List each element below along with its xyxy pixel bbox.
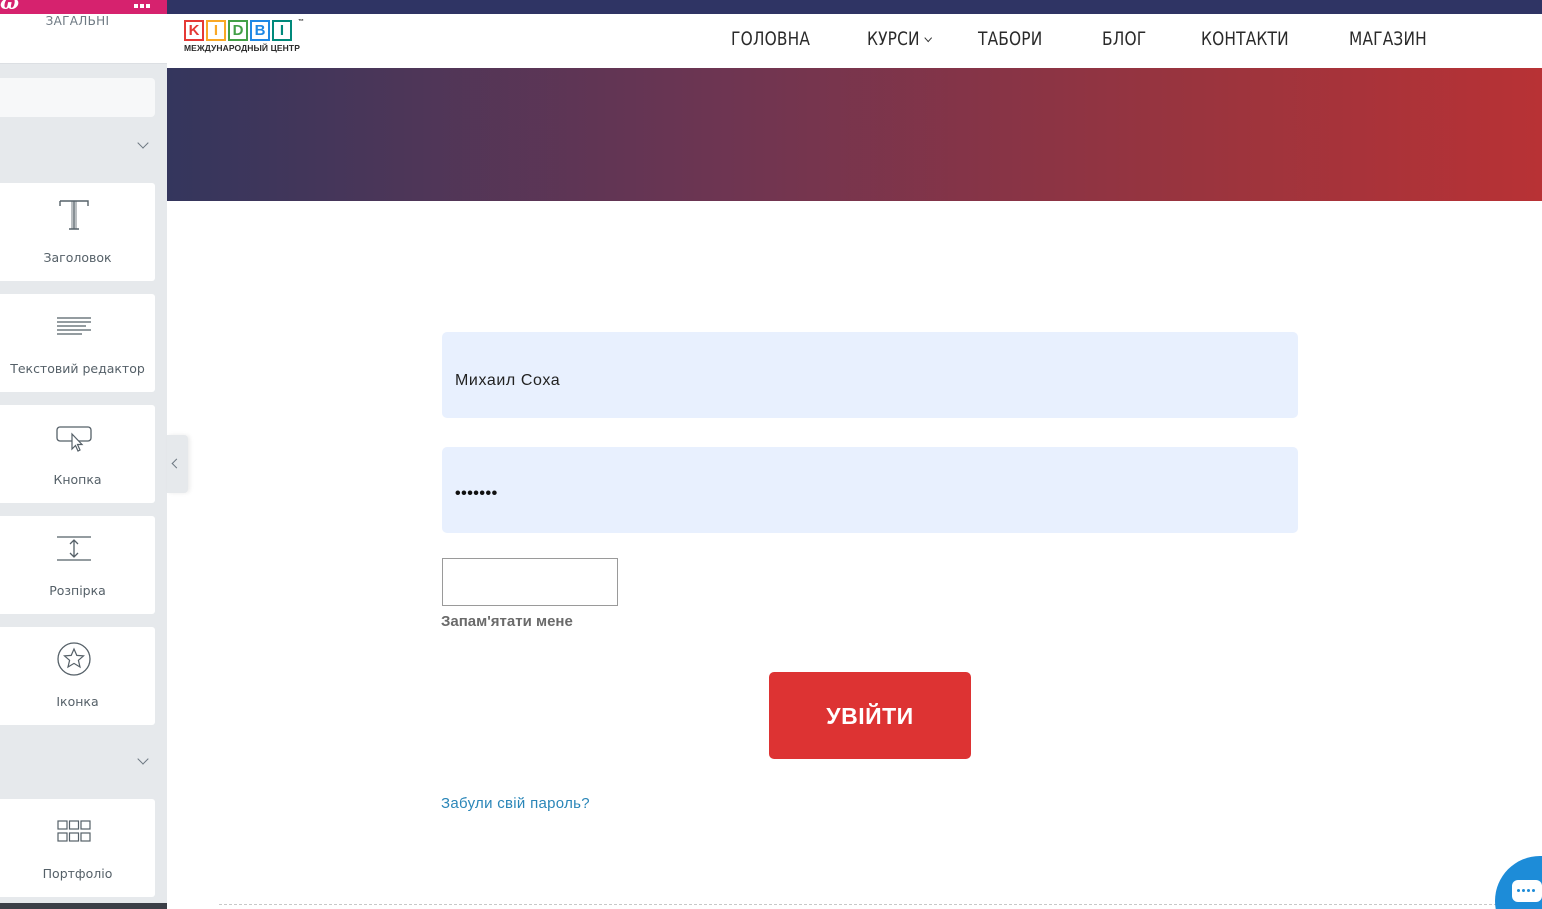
remember-me-checkbox[interactable] bbox=[442, 558, 618, 606]
logo-letter: D bbox=[228, 20, 248, 41]
chevron-left-icon bbox=[171, 458, 182, 469]
widget-label: Заголовок bbox=[43, 250, 112, 265]
username-value: Михаил Соха bbox=[455, 372, 561, 389]
nav-blog[interactable]: БЛОГ bbox=[1102, 28, 1146, 50]
collapse-sidebar-button[interactable] bbox=[167, 435, 188, 493]
widget-spacer[interactable]: Розпірка bbox=[0, 516, 155, 614]
heading-icon bbox=[59, 200, 89, 230]
widget-label: Іконка bbox=[56, 694, 99, 709]
page-banner bbox=[167, 68, 1542, 201]
widget-label: Кнопка bbox=[53, 472, 102, 487]
logo-trademark: ™ bbox=[298, 19, 304, 25]
category-toggle[interactable] bbox=[0, 747, 155, 777]
logo-letter: I bbox=[206, 20, 226, 41]
logo-subtitle: МЕЖДУНАРОДНЫЙ ЦЕНТР bbox=[184, 43, 300, 53]
nav-contacts[interactable]: КОНТАКТИ bbox=[1201, 28, 1289, 50]
editor-logo: ω bbox=[0, 0, 20, 14]
chevron-down-icon bbox=[924, 33, 932, 43]
page-root: ω ЗАГАЛЬНІ Заголовок Текстовий редактор … bbox=[0, 0, 1542, 909]
star-icon bbox=[57, 642, 91, 676]
nav-camps[interactable]: ТАБОРИ bbox=[978, 28, 1042, 50]
text-editor-icon bbox=[57, 317, 91, 335]
widget-portfolio[interactable]: Портфоліо bbox=[0, 799, 155, 897]
logo-letters: K I D B I bbox=[184, 20, 314, 41]
chat-widget-button[interactable] bbox=[1495, 856, 1542, 909]
nav-home[interactable]: ГОЛОВНА bbox=[731, 28, 810, 50]
category-toggle[interactable] bbox=[0, 131, 155, 161]
chevron-down-icon bbox=[137, 137, 149, 149]
portfolio-grid-icon bbox=[57, 820, 91, 842]
nav-courses-label: КУРСИ bbox=[867, 28, 920, 50]
site-topbar bbox=[167, 0, 1542, 14]
widget-search-input[interactable] bbox=[0, 78, 155, 117]
logo-letter: K bbox=[184, 20, 204, 41]
nav-courses[interactable]: КУРСИ bbox=[867, 28, 932, 50]
site-logo[interactable]: K I D B I ™ МЕЖДУНАРОДНЫЙ ЦЕНТР bbox=[184, 19, 314, 60]
button-icon bbox=[56, 426, 92, 452]
sidebar-footer bbox=[0, 903, 167, 909]
apps-grid-icon[interactable] bbox=[134, 0, 152, 10]
password-value: ••••••• bbox=[455, 485, 498, 502]
username-field[interactable]: Михаил Соха bbox=[442, 332, 1298, 418]
widget-button[interactable]: Кнопка bbox=[0, 405, 155, 503]
nav-shop[interactable]: МАГАЗИН bbox=[1349, 28, 1427, 50]
widget-label: Розпірка bbox=[49, 583, 106, 598]
password-field[interactable]: ••••••• bbox=[442, 447, 1298, 533]
chat-icon bbox=[1512, 880, 1542, 902]
remember-me-label[interactable]: Запам'ятати мене bbox=[441, 613, 573, 630]
widget-label: Портфоліо bbox=[42, 866, 113, 881]
widget-icon[interactable]: Іконка bbox=[0, 627, 155, 725]
editor-sidebar: ω ЗАГАЛЬНІ Заголовок Текстовий редактор … bbox=[0, 0, 167, 909]
site-header: K I D B I ™ МЕЖДУНАРОДНЫЙ ЦЕНТР ГОЛОВНА … bbox=[167, 14, 1542, 68]
login-button[interactable]: УВІЙТИ bbox=[769, 672, 971, 759]
chevron-down-icon bbox=[137, 753, 149, 765]
tab-general[interactable]: ЗАГАЛЬНІ bbox=[0, 14, 155, 64]
editor-header: ω bbox=[0, 0, 167, 14]
sidebar-tabs: ЗАГАЛЬНІ bbox=[0, 14, 167, 64]
section-divider bbox=[219, 904, 1542, 905]
forgot-password-link[interactable]: Забули свій пароль? bbox=[441, 795, 590, 812]
widget-text-editor[interactable]: Текстовий редактор bbox=[0, 294, 155, 392]
spacer-icon bbox=[57, 536, 91, 561]
widget-heading[interactable]: Заголовок bbox=[0, 183, 155, 281]
logo-letter: B bbox=[250, 20, 270, 41]
logo-letter: I bbox=[272, 20, 292, 41]
widget-label: Текстовий редактор bbox=[10, 361, 145, 376]
